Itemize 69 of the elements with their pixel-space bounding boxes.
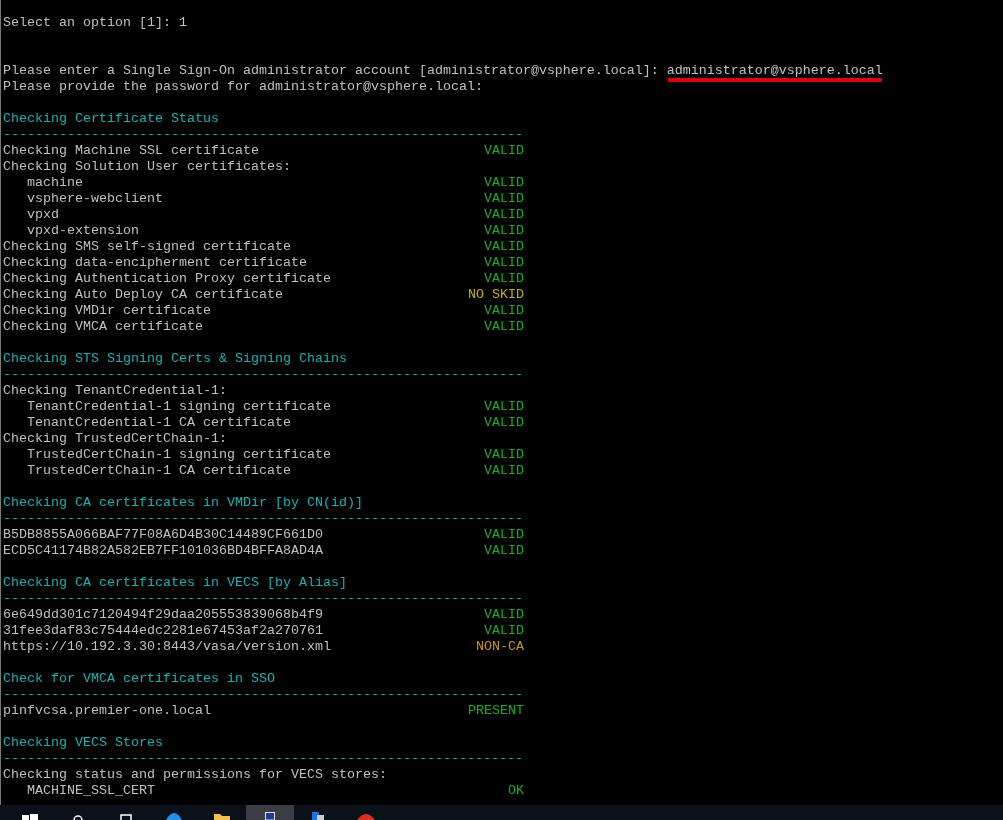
dashed-rule: ----------------------------------------------------------------- <box>3 127 524 143</box>
taskbar-button[interactable] <box>246 805 294 820</box>
folder-icon <box>214 814 230 820</box>
status-text: PRESENT <box>468 703 524 719</box>
check-label: Checking VMDir certificate <box>3 303 211 319</box>
terminal-icon <box>265 812 275 820</box>
status-text: VALID <box>484 463 524 479</box>
check-label: B5DB8855A066BAF77F08A6D4B30C14489CF661D0 <box>3 527 323 543</box>
dashed-rule: ----------------------------------------------------------------- <box>3 751 524 767</box>
windows-logo-icon <box>22 814 38 820</box>
check-label: ECD5C41174B82A582EB7FF101036BD4BFFA8AD4A <box>3 543 323 559</box>
check-label: Checking Auto Deploy CA certificate <box>3 287 283 303</box>
status-text: VALID <box>484 319 524 335</box>
check-label: TenantCredential-1 signing certificate <box>27 399 331 415</box>
check-label: Checking Authentication Proxy certificate <box>3 271 331 287</box>
section-heading: Checking VECS Stores <box>3 735 164 751</box>
section-heading: Checking Certificate Status <box>3 111 220 127</box>
status-text: VALID <box>484 527 524 543</box>
dashed-rule: ----------------------------------------------------------------- <box>3 367 524 383</box>
check-label: Checking VMCA certificate <box>3 319 203 335</box>
status-text: VALID <box>484 191 524 207</box>
check-label: 31fee3daf83c75444edc2281e67453af2a270761 <box>3 623 323 639</box>
terminal-line: Please enter a Single Sign-On administrator account [administrator@vsphere.local]: administrator@vsphere.local <box>3 63 1003 79</box>
status-text: VALID <box>484 607 524 623</box>
status-text: NO SKID <box>468 287 524 303</box>
search-icon <box>73 814 83 820</box>
check-label: Checking Machine SSL certificate <box>3 143 259 159</box>
check-label: TenantCredential-1 CA certificate <box>27 415 291 431</box>
terminal-line: Please provide the password for administrator@vsphere.local: <box>3 79 484 95</box>
dashed-rule: ----------------------------------------------------------------- <box>3 687 524 703</box>
section-heading: Check for VMCA certificates in SSO <box>3 671 276 687</box>
check-label: machine <box>27 175 83 191</box>
status-text: VALID <box>484 623 524 639</box>
status-text: VALID <box>484 175 524 191</box>
check-label: vsphere-webclient <box>27 191 163 207</box>
status-text: VALID <box>484 239 524 255</box>
status-text: VALID <box>484 303 524 319</box>
terminal-line: Select an option [1]: 1 <box>3 15 188 31</box>
section-heading: Checking STS Signing Certs & Signing Chains <box>3 351 348 367</box>
task-view-icon <box>120 814 132 820</box>
check-label: TrustedCertChain-1 signing certificate <box>27 447 331 463</box>
check-label: Checking SMS self-signed certificate <box>3 239 291 255</box>
status-text: VALID <box>484 223 524 239</box>
dashed-rule: ----------------------------------------------------------------- <box>3 591 524 607</box>
dashed-rule: ----------------------------------------------------------------- <box>3 511 524 527</box>
section-heading: Checking CA certificates in VECS [by Alias] <box>3 575 348 591</box>
check-label: TrustedCertChain-1 CA certificate <box>27 463 291 479</box>
check-label: 6e649dd301c7120494f29daa205553839068b4f9 <box>3 607 323 623</box>
status-text: VALID <box>484 271 524 287</box>
check-label: https://10.192.3.30:8443/vasa/version.xml <box>3 639 331 655</box>
check-label: Checking data-encipherment certificate <box>3 255 307 271</box>
check-label: vpxd <box>27 207 59 223</box>
status-text: VALID <box>484 207 524 223</box>
status-text: VALID <box>484 143 524 159</box>
status-text: VALID <box>484 399 524 415</box>
check-label: Checking TrustedCertChain-1: <box>3 431 227 446</box>
check-label: Checking TenantCredential-1: <box>3 383 227 398</box>
status-text: VALID <box>484 447 524 463</box>
check-label: Checking Solution User certificates: <box>3 159 291 174</box>
status-text: OK <box>508 783 524 799</box>
check-label: Checking status and permissions for VECS stores: <box>3 767 387 782</box>
status-text: VALID <box>484 415 524 431</box>
check-label: vpxd-extension <box>27 223 139 239</box>
check-label: MACHINE_SSL_CERT <box>27 783 155 799</box>
check-label: pinfvcsa.premier-one.local <box>3 703 211 719</box>
status-text: VALID <box>484 543 524 559</box>
status-text: NON-CA <box>476 639 524 655</box>
section-heading: Checking CA certificates in VMDir [by CN(id)] <box>3 495 364 511</box>
status-text: VALID <box>484 255 524 271</box>
